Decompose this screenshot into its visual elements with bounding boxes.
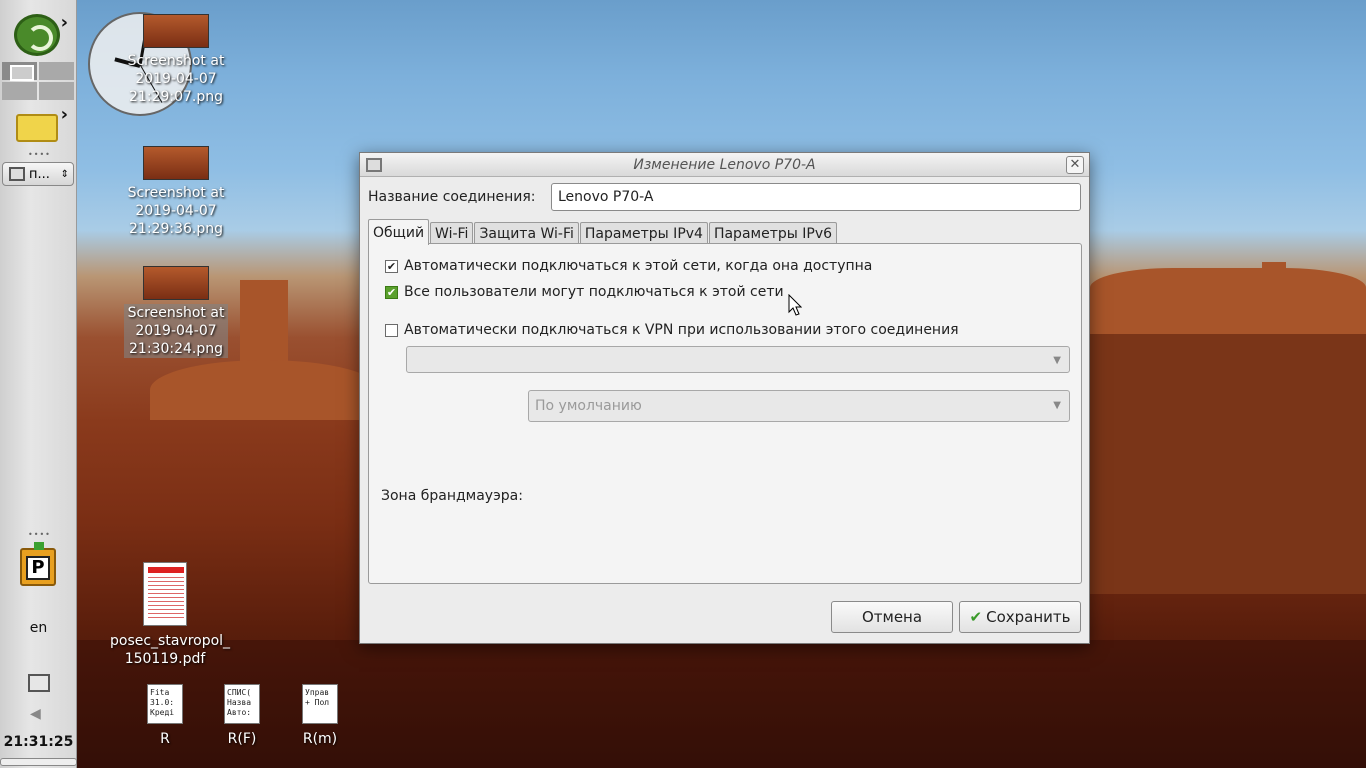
firewall-zone-select[interactable]: По умолчанию ▼ bbox=[528, 390, 1070, 422]
grip-handle[interactable]: •••• bbox=[28, 530, 51, 539]
desktop-icon-screenshot-3[interactable]: Screenshot at 2019-04-07 21:30:24.png bbox=[121, 266, 231, 358]
workspace-3[interactable] bbox=[2, 82, 37, 100]
checkmark-icon: ✔ bbox=[969, 608, 983, 626]
grip-handle[interactable]: •••• bbox=[28, 150, 51, 159]
text-file-icon: Fita 31.0: Креді bbox=[147, 684, 183, 724]
network-icon[interactable] bbox=[28, 674, 50, 692]
auto-connect-label: Автоматически подключаться к этой сети, … bbox=[404, 258, 873, 274]
close-icon[interactable]: ✕ bbox=[1066, 156, 1084, 174]
edit-connection-dialog: Изменение Lenovo P70-A ✕ Название соедин… bbox=[359, 152, 1090, 644]
general-tab-panel: ✔ Автоматически подключаться к этой сети… bbox=[368, 243, 1082, 584]
chevron-right-icon[interactable]: › bbox=[61, 12, 68, 33]
desktop-icon-pdf[interactable]: posec_stavropol_ 150119.pdf bbox=[110, 562, 231, 668]
auto-connect-checkbox[interactable]: ✔ Автоматически подключаться к этой сети… bbox=[385, 258, 872, 274]
image-thumbnail bbox=[143, 14, 209, 48]
image-thumbnail bbox=[143, 266, 209, 300]
auto-vpn-label: Автоматически подключаться к VPN при исп… bbox=[404, 322, 959, 338]
package-updater-icon[interactable]: P bbox=[20, 542, 56, 586]
dialog-title: Изменение Lenovo P70-A bbox=[633, 157, 816, 173]
task-button[interactable]: п... ⇕ bbox=[2, 162, 74, 186]
dialog-titlebar[interactable]: Изменение Lenovo P70-A ✕ bbox=[360, 153, 1089, 177]
panel-clock[interactable]: 21:31:25 bbox=[0, 734, 77, 750]
all-users-label: Все пользователи могут подключаться к эт… bbox=[404, 284, 784, 300]
keyboard-layout[interactable]: en bbox=[0, 620, 77, 636]
tab-ipv4[interactable]: Параметры IPv4 bbox=[579, 222, 708, 244]
desktop-icon-rm[interactable]: Управ + Пол R(m) bbox=[265, 684, 375, 748]
file-drawer-icon[interactable] bbox=[16, 114, 58, 142]
mouse-cursor-icon bbox=[788, 294, 802, 316]
mesa-right bbox=[1090, 268, 1366, 334]
firewall-zone-value: По умолчанию bbox=[535, 398, 642, 414]
chevron-down-icon: ▼ bbox=[1053, 355, 1061, 366]
tab-wifi-security[interactable]: Защита Wi-Fi bbox=[474, 222, 579, 244]
workspace-pager[interactable] bbox=[2, 62, 74, 100]
save-button[interactable]: ✔ Сохранить bbox=[959, 601, 1081, 633]
chevron-down-icon: ▼ bbox=[1053, 400, 1061, 411]
task-label: п... bbox=[29, 166, 50, 182]
workspace-2[interactable] bbox=[39, 62, 74, 80]
network-icon bbox=[366, 158, 382, 172]
tab-bar: Общий Wi-Fi Защита Wi-Fi Параметры IPv4 … bbox=[368, 219, 838, 245]
mint-menu-icon[interactable] bbox=[14, 14, 60, 56]
tab-general[interactable]: Общий bbox=[368, 219, 430, 245]
butte-left-base bbox=[150, 360, 380, 420]
icon-label: posec_stavropol_ 150119.pdf bbox=[110, 633, 231, 667]
chevron-right-icon[interactable]: › bbox=[61, 104, 68, 125]
connection-name-input[interactable]: Lenovo P70-A bbox=[551, 183, 1081, 211]
firewall-zone-label: Зона брандмауэра: bbox=[381, 488, 523, 504]
all-users-checkbox[interactable]: ✔ Все пользователи могут подключаться к … bbox=[385, 284, 784, 300]
checkbox-unchecked-icon[interactable] bbox=[385, 323, 398, 337]
checkbox-checked-icon[interactable]: ✔ bbox=[385, 259, 398, 273]
panel-handle[interactable] bbox=[0, 758, 77, 766]
desktop-icon-screenshot-2[interactable]: Screenshot at 2019-04-07 21:29:36.png bbox=[121, 146, 231, 238]
desktop-icon-screenshot-1[interactable]: Screenshot at 2019-04-07 21:29:07.png bbox=[121, 14, 231, 106]
updown-icon: ⇕ bbox=[60, 168, 69, 180]
connection-name-row: Название соединения: Lenovo P70-A bbox=[368, 183, 1081, 211]
auto-vpn-checkbox[interactable]: Автоматически подключаться к VPN при исп… bbox=[385, 322, 959, 338]
icon-label: Screenshot at 2019-04-07 21:29:36.png bbox=[127, 185, 225, 237]
icon-label: Screenshot at 2019-04-07 21:30:24.png bbox=[123, 304, 229, 358]
left-panel: › › •••• п... ⇕ •••• P en ◀ 21:31:25 bbox=[0, 0, 77, 768]
tab-wifi[interactable]: Wi-Fi bbox=[430, 222, 474, 244]
cancel-button[interactable]: Отмена bbox=[831, 601, 953, 633]
vpn-select[interactable]: ▼ bbox=[406, 346, 1070, 373]
volume-icon[interactable]: ◀ bbox=[30, 706, 41, 722]
window-icon bbox=[9, 167, 25, 181]
connection-name-label: Название соединения: bbox=[368, 189, 536, 205]
workspace-1[interactable] bbox=[2, 62, 37, 81]
workspace-4[interactable] bbox=[39, 82, 74, 100]
save-label: Сохранить bbox=[986, 608, 1071, 626]
checkbox-checked-icon[interactable]: ✔ bbox=[385, 285, 398, 299]
icon-label: R(m) bbox=[302, 731, 338, 747]
icon-label: Screenshot at 2019-04-07 21:29:07.png bbox=[127, 53, 225, 105]
canyon-right bbox=[1090, 334, 1366, 594]
pdf-file-icon bbox=[143, 562, 187, 626]
tab-ipv6[interactable]: Параметры IPv6 bbox=[708, 222, 838, 244]
cancel-label: Отмена bbox=[861, 608, 923, 626]
text-file-icon: СПИС( Назва Авто: bbox=[224, 684, 260, 724]
image-thumbnail bbox=[143, 146, 209, 180]
text-file-icon: Управ + Пол bbox=[302, 684, 338, 724]
